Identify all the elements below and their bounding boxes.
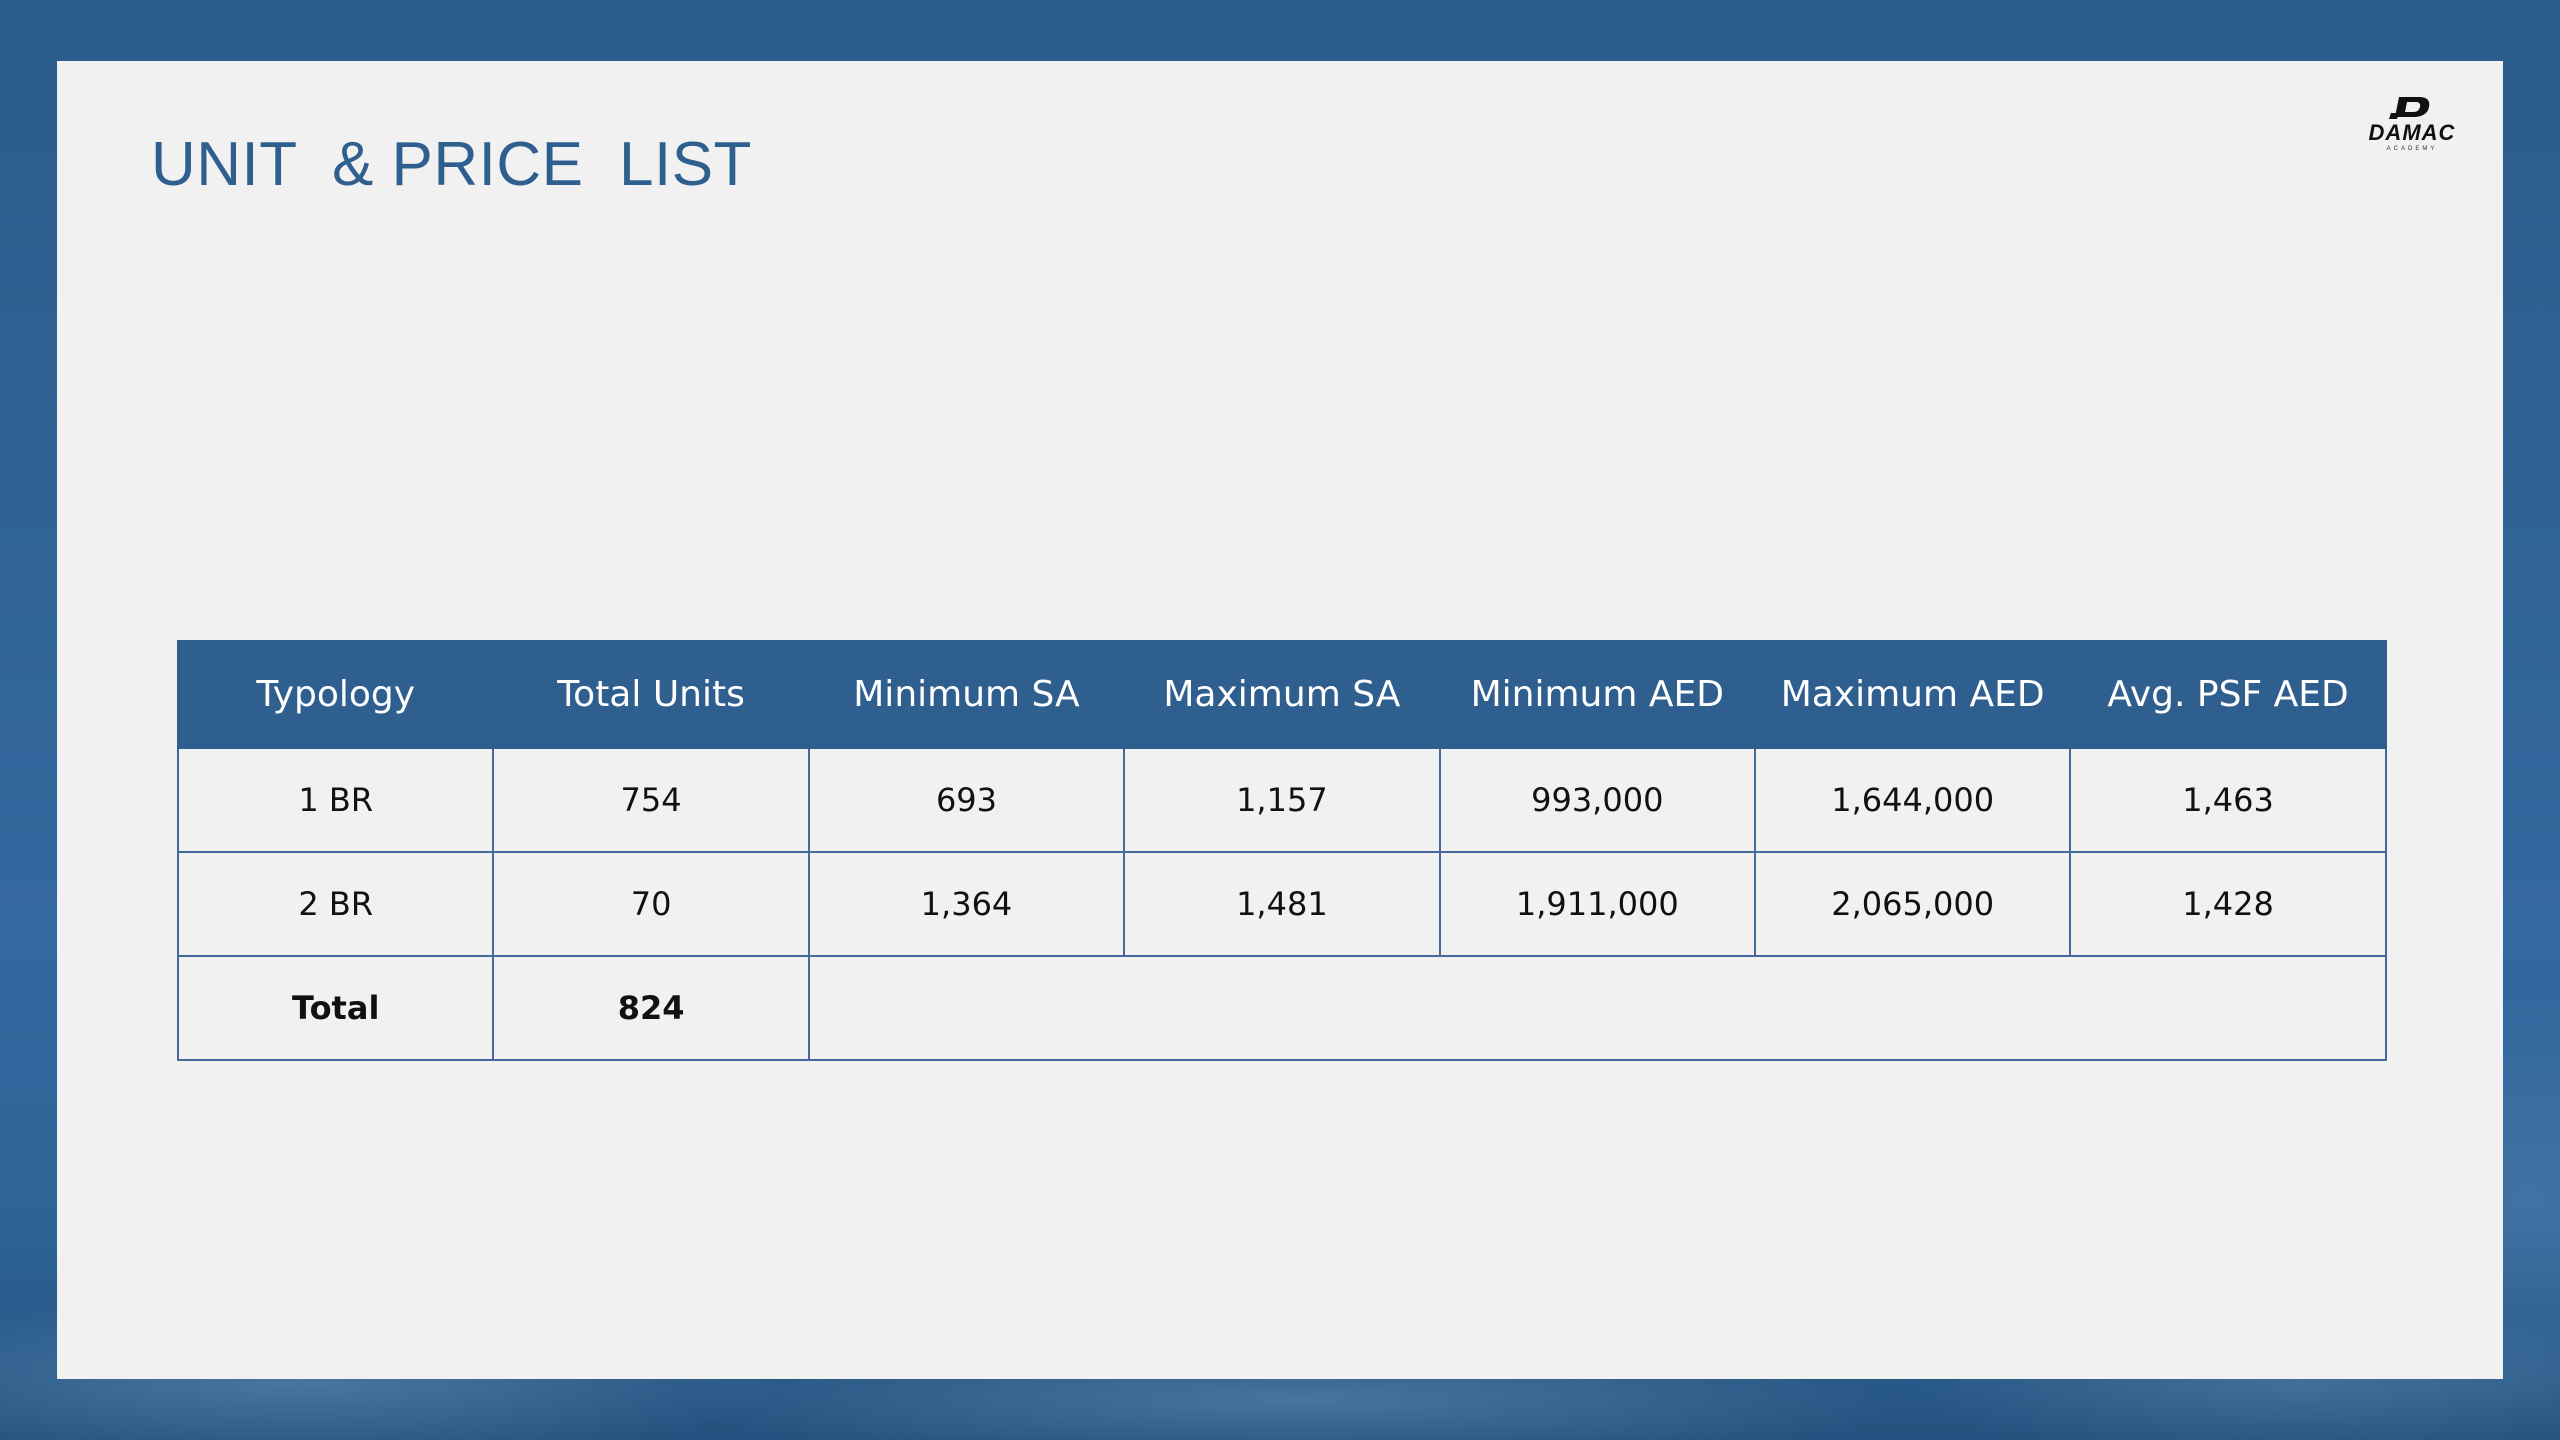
unit-price-table: Typology Total Units Minimum SA Maximum … (176, 640, 2387, 1061)
cell-maximum-sa: 1,481 (1123, 851, 1441, 957)
cell-avg-psf-aed: 1,428 (2069, 851, 2387, 957)
table-row: 1 BR 754 693 1,157 993,000 1,644,000 1,4… (176, 747, 2387, 853)
logo-wordmark: DAMAC (2368, 120, 2456, 145)
logo-subtitle: ACADEMY (2386, 146, 2438, 152)
cell-minimum-aed: 1,911,000 (1438, 851, 1756, 957)
slide: UNIT & PRICE LIST DAMAC ACADEMY Typology… (57, 61, 2503, 1379)
cell-minimum-aed: 993,000 (1438, 747, 1756, 853)
header-minimum-sa: Minimum SA (807, 640, 1126, 749)
cell-maximum-sa: 1,157 (1123, 747, 1441, 853)
cell-typology: 1 BR (176, 747, 495, 853)
table-row: 2 BR 70 1,364 1,481 1,911,000 2,065,000 … (176, 851, 2387, 957)
damac-academy-logo: DAMAC ACADEMY (2347, 91, 2477, 161)
cell-minimum-sa: 693 (807, 747, 1126, 853)
cell-maximum-aed: 2,065,000 (1753, 851, 2072, 957)
table-header-row: Typology Total Units Minimum SA Maximum … (176, 640, 2387, 749)
header-maximum-aed: Maximum AED (1753, 640, 2072, 749)
header-maximum-sa: Maximum SA (1123, 640, 1441, 749)
total-empty-cell (807, 955, 2387, 1061)
total-label: Total (176, 955, 495, 1061)
header-typology: Typology (176, 640, 495, 749)
cell-typology: 2 BR (176, 851, 495, 957)
slide-title: UNIT & PRICE LIST (151, 130, 752, 199)
header-total-units: Total Units (492, 640, 810, 749)
cell-avg-psf-aed: 1,463 (2069, 747, 2387, 853)
cell-total-units: 754 (492, 747, 810, 853)
cell-maximum-aed: 1,644,000 (1753, 747, 2072, 853)
header-avg-psf-aed: Avg. PSF AED (2069, 640, 2387, 749)
header-minimum-aed: Minimum AED (1438, 640, 1756, 749)
table-total-row: Total 824 (176, 955, 2387, 1061)
damac-emblem-icon (2389, 97, 2430, 119)
cell-total-units: 70 (492, 851, 810, 957)
cell-minimum-sa: 1,364 (807, 851, 1126, 957)
total-units-value: 824 (492, 955, 810, 1061)
